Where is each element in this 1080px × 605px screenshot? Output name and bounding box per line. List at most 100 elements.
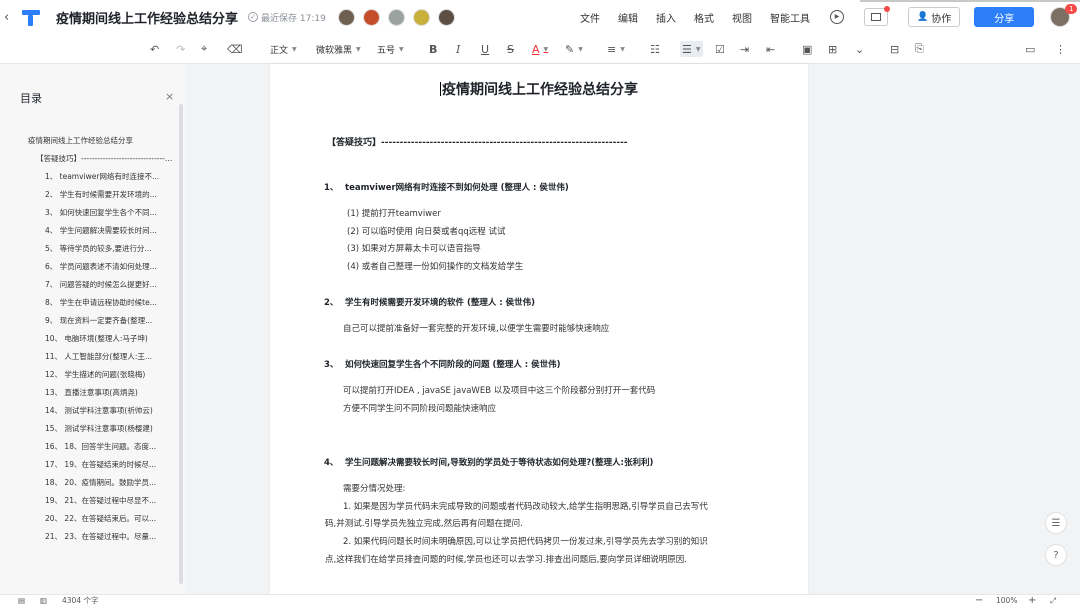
avatar[interactable] [412, 8, 430, 26]
document-page[interactable]: 疫情期间线上工作经验总结分享 【答疑技巧】-------------------… [270, 64, 808, 594]
font-size-select[interactable]: 五号 ▼ [377, 41, 404, 57]
avatar[interactable] [437, 8, 455, 26]
help-button[interactable]: ? [1045, 544, 1067, 566]
font-family-value: 微软雅黑 [316, 45, 353, 56]
paragraph[interactable]: 2. 如果代码问题长时间未明确原因,可以让学员把代码拷贝一份发过来,引导学员先去… [343, 535, 708, 547]
paragraph[interactable]: 码,并测试.引导学员先独立完成,然后再有问题在提问. [325, 517, 523, 529]
table-icon[interactable]: ⊞ [828, 41, 837, 57]
toc-item[interactable]: 18、 20、疫情期间。鼓励学员... [0, 474, 175, 492]
toc-item[interactable]: 6、 学员问题表述不清如何处理... [0, 258, 175, 276]
menu-file[interactable]: 文件 [580, 10, 600, 25]
clear-format-icon[interactable]: ⌫ [227, 41, 243, 57]
paragraph[interactable]: 需要分情况处理: [343, 482, 405, 494]
toggle-panel-icon[interactable]: ⊟ [890, 41, 899, 57]
toc-item[interactable]: 19、 21、在答疑过程中尽显不... [0, 492, 175, 510]
chevron-down-icon: ▼ [399, 45, 404, 53]
toc-item[interactable]: 21、 23、在答疑过程中。尽量... [0, 528, 175, 546]
list-item[interactable]: (2) 可以临时使用 向日葵或者qq远程 试试 [347, 225, 505, 237]
heading-2[interactable]: 2、 学生有时候需要开发环境的软件 (整理人 : 侯世伟) [324, 296, 535, 308]
web-view-icon[interactable]: ▥ [40, 595, 47, 605]
toc-item[interactable]: 4、 学生问题解决需要较长时间... [0, 222, 175, 240]
toc-item[interactable]: 14、 测试学科注意事项(祈帅云) [0, 402, 175, 420]
bold-icon[interactable]: B [429, 41, 437, 57]
underline-icon[interactable]: U [481, 41, 489, 57]
toc-item[interactable]: 10、 电脑环境(整理人:马子坤) [0, 330, 175, 348]
avatar[interactable] [387, 8, 405, 26]
menu-format[interactable]: 格式 [694, 10, 714, 25]
toc-item[interactable]: 13、 直播注意事项(高炳尧) [0, 384, 175, 402]
toc-item[interactable]: 疫情期间线上工作经验总结分享 [0, 132, 175, 150]
paragraph-style-select[interactable]: 正文 ▼ [270, 41, 297, 57]
toc-item[interactable]: 1、 teamviwer网络有时连接不... [0, 168, 175, 186]
toc-item[interactable]: 8、 学生在申请远程协助时候te... [0, 294, 175, 312]
page-view-icon[interactable]: ▤ [18, 595, 25, 605]
toc-item[interactable]: 17、 19、在答疑结束的时候尽... [0, 456, 175, 474]
comment-icon[interactable]: ▭ [1025, 41, 1035, 57]
collaborate-button[interactable]: 👤 协作 [908, 7, 961, 27]
toc-item[interactable]: 7、 问题答疑的时候怎么提更好... [0, 276, 175, 294]
menu-smart-tools[interactable]: 智能工具 [770, 10, 810, 25]
outline-icon[interactable]: ☰ [1045, 512, 1067, 534]
undo-icon[interactable]: ↶ [150, 41, 159, 57]
heading-4[interactable]: 4、 学生问题解决需要较长时间,导致别的学员处于等待状态如何处理?(整理人:张利利… [324, 456, 653, 468]
menu-view[interactable]: 视图 [732, 10, 752, 25]
document-title[interactable]: 疫情期间线上工作经验总结分享 [56, 8, 238, 27]
toc-item[interactable]: 【答疑技巧】----------------------------------… [0, 150, 175, 168]
toc-item[interactable]: 16、 18、回答学生问题。态度... [0, 438, 175, 456]
app-logo-icon[interactable] [20, 6, 42, 28]
numbered-list-icon[interactable]: ☰ ▼ [680, 41, 703, 57]
page-layout-icon[interactable]: ⎘ [915, 41, 924, 57]
play-icon[interactable]: ▶ [830, 10, 844, 24]
toc-item[interactable]: 9、 现在资料一定要齐备(整理... [0, 312, 175, 330]
user-avatar[interactable]: 1 [1050, 4, 1078, 27]
add-user-icon: 👤 [917, 12, 929, 22]
paragraph[interactable]: 自己可以提前准备好一套完整的开发环境,以便学生需要时能够快速响应 [343, 322, 609, 334]
document-heading[interactable]: 疫情期间线上工作经验总结分享 [270, 79, 808, 99]
toc-item[interactable]: 3、 如何快速回复学生各个不同... [0, 204, 175, 222]
back-icon[interactable]: ‹ [4, 10, 16, 25]
strikethrough-icon[interactable]: S [507, 41, 514, 57]
more-icon[interactable]: ⌄ [855, 41, 864, 57]
redo-icon[interactable]: ↷ [176, 41, 185, 57]
checklist-icon[interactable]: ☑ [715, 41, 725, 57]
align-icon[interactable]: ≡ ▼ [607, 41, 625, 57]
sidebar-scrollbar[interactable] [179, 104, 183, 584]
highlight-icon[interactable]: ✎ ▼ [565, 41, 583, 57]
share-button[interactable]: 分享 [974, 7, 1035, 27]
toc-item[interactable]: 2、 学生有时候需要开发环境的... [0, 186, 175, 204]
section-heading[interactable]: 【答疑技巧】----------------------------------… [327, 135, 628, 148]
list-item[interactable]: (1) 提前打开teamviwer [347, 207, 441, 219]
zoom-out-button[interactable]: − [975, 595, 983, 605]
presentation-icon[interactable] [864, 6, 890, 26]
italic-icon[interactable]: I [456, 41, 460, 57]
outdent-icon[interactable]: ⇤ [766, 41, 775, 57]
close-icon[interactable]: × [165, 90, 174, 103]
menu-insert[interactable]: 插入 [656, 10, 676, 25]
list-item[interactable]: (4) 或者自己整理一份如何操作的文档发给学生 [347, 260, 523, 272]
paragraph[interactable]: 方便不同学生问不同阶段问题能快速响应 [343, 402, 496, 414]
zoom-in-button[interactable]: + [1028, 595, 1036, 605]
indent-icon[interactable]: ⇥ [740, 41, 749, 57]
avatar[interactable] [362, 8, 380, 26]
paragraph[interactable]: 可以提前打开IDEA , javaSE javaWEB 以及项目中这三个阶段都分… [343, 384, 655, 396]
paragraph[interactable]: 1. 如果是因为学员代码未完成导致的问题或者代码改动较大,给学生指明思路,引导学… [343, 500, 708, 512]
more-options-icon[interactable]: ⋮ [1055, 41, 1066, 57]
list-item[interactable]: (3) 如果对方屏幕太卡可以语音指导 [347, 242, 481, 254]
zoom-level[interactable]: 100% [996, 595, 1017, 605]
format-painter-icon[interactable]: ⌖ [201, 41, 207, 57]
menu-edit[interactable]: 编辑 [618, 10, 638, 25]
heading-1[interactable]: 1、 teamviwer网络有时连接不到如何处理 (整理人 : 侯世伟) [324, 181, 569, 193]
bullet-list-icon[interactable]: ☷ [650, 41, 660, 57]
avatar[interactable] [337, 8, 355, 26]
toc-item[interactable]: 12、 学生描述的问题(张晓梅) [0, 366, 175, 384]
font-color-icon[interactable]: A ▼ [532, 41, 548, 57]
toc-item[interactable]: 11、 人工智能部分(整理人:王... [0, 348, 175, 366]
heading-3[interactable]: 3、 如何快速回复学生各个不同阶段的问题 (整理人 : 侯世伟) [324, 358, 561, 370]
paragraph[interactable]: 点,这样我们在给学员排查问题的时候,学员也还可以去学习.排查出问题后,要向学员详… [325, 553, 687, 565]
image-icon[interactable]: ▣ [802, 41, 812, 57]
toc-item[interactable]: 15、 测试学科注意事项(杨樱建) [0, 420, 175, 438]
toc-item[interactable]: 20、 22、在答疑结束后。可以... [0, 510, 175, 528]
fit-page-icon[interactable]: ⤢ [1050, 595, 1056, 605]
font-family-select[interactable]: 微软雅黑 ▼ [316, 41, 361, 57]
toc-item[interactable]: 5、 等待学员的较多,要进行分... [0, 240, 175, 258]
